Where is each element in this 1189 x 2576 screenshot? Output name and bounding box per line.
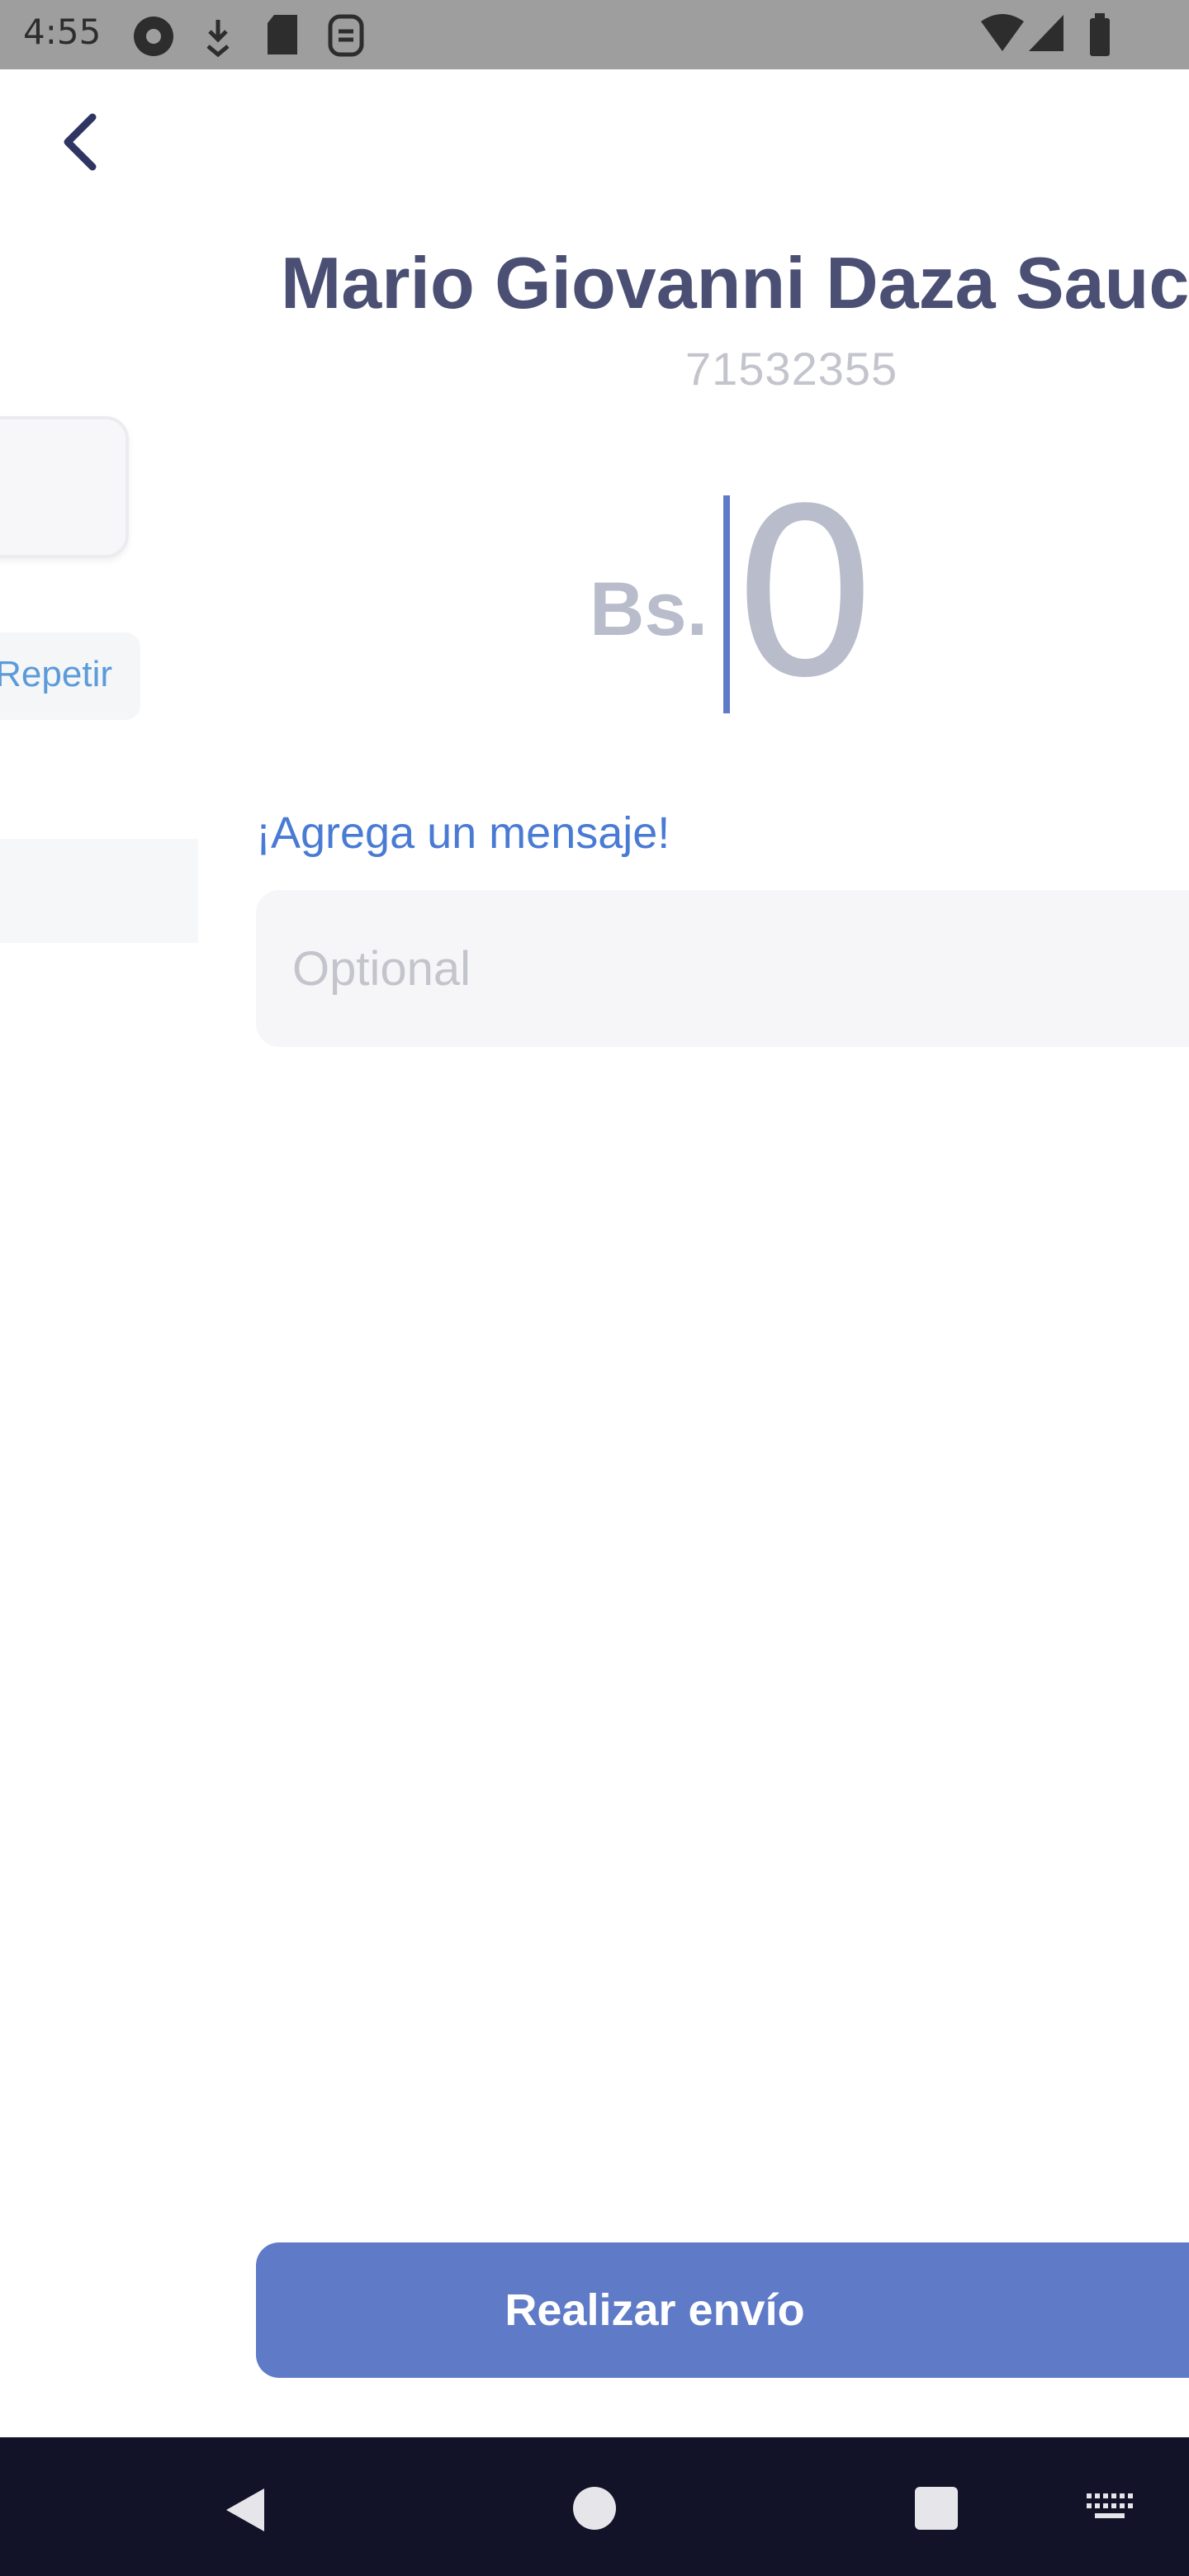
background-repeat-button: Repetir bbox=[0, 632, 140, 720]
amount-input[interactable]: 0 bbox=[732, 479, 879, 710]
wifi-icon bbox=[981, 14, 1024, 51]
background-repeat-label: Repetir bbox=[0, 654, 112, 694]
chrome-like-icon bbox=[134, 17, 173, 56]
keyboard-switch-button[interactable] bbox=[1085, 2492, 1133, 2526]
back-button[interactable] bbox=[54, 107, 107, 177]
keyboard-icon bbox=[1087, 2493, 1133, 2518]
amount-caret bbox=[723, 495, 730, 713]
message-label: ¡Agrega un mensaje! bbox=[256, 808, 670, 858]
triangle-back-icon bbox=[226, 2488, 264, 2531]
status-time: 4:55 bbox=[23, 12, 102, 52]
nav-recents-button[interactable] bbox=[915, 2487, 958, 2530]
sd-card-icon bbox=[268, 15, 297, 54]
signal-icon bbox=[1029, 15, 1063, 51]
currency-label: Bs. bbox=[590, 567, 708, 651]
nav-back-button[interactable] bbox=[221, 2485, 271, 2539]
background-card bbox=[0, 416, 129, 558]
submit-transfer-button[interactable]: Realizar envío bbox=[256, 2242, 1189, 2378]
download-icon bbox=[206, 20, 230, 58]
battery-icon bbox=[1090, 13, 1110, 56]
nav-home-button[interactable] bbox=[573, 2487, 616, 2530]
sim-icon bbox=[328, 14, 364, 57]
chevron-left-icon bbox=[64, 113, 97, 171]
background-row bbox=[0, 839, 198, 943]
message-field[interactable] bbox=[256, 890, 1189, 1047]
recipient-name: Mario Giovanni Daza Sauce bbox=[281, 242, 1189, 324]
system-nav-bar bbox=[0, 2437, 1189, 2576]
status-bar: 4:55 bbox=[0, 0, 1189, 69]
recipient-phone: 71532355 bbox=[685, 343, 898, 395]
